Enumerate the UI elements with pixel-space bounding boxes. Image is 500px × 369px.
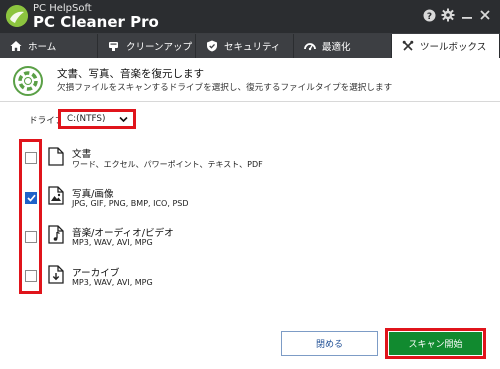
music-icon xyxy=(48,225,64,244)
tab-security-label: セキュリティ xyxy=(224,42,281,53)
help-icon[interactable]: ? xyxy=(420,6,438,24)
tab-home[interactable]: ホーム xyxy=(0,34,98,58)
lifebuoy-icon xyxy=(13,66,43,96)
file-type-exts-archives: MP3, WAV, AVI, MPG xyxy=(72,278,153,287)
tab-optimize-label: 最適化 xyxy=(322,42,351,53)
checkbox-images[interactable] xyxy=(25,192,37,204)
checkmark-icon xyxy=(26,194,36,202)
drive-select-value: C:(NTFS) xyxy=(67,114,106,124)
tab-toolbox-label: ツールボックス xyxy=(420,42,487,53)
file-type-title-documents: 文書 xyxy=(72,149,92,160)
gear-icon[interactable] xyxy=(439,6,457,24)
close-icon[interactable] xyxy=(476,6,494,24)
minimize-icon[interactable] xyxy=(458,6,476,24)
app-title: PC Cleaner Pro xyxy=(33,13,159,31)
start-scan-button[interactable]: スキャン開始 xyxy=(385,328,486,359)
archive-icon xyxy=(48,265,64,284)
home-icon xyxy=(10,40,22,52)
page-subtitle: 欠損ファイルをスキャンするドライブを選択し、復元するファイルタイプを選択します xyxy=(57,83,393,93)
broom-icon xyxy=(108,40,120,52)
file-type-exts-images: JPG, GIF, PNG, BMP, ICO, PSD xyxy=(72,199,189,208)
file-type-exts-music: MP3, WAV, AVI, MPG xyxy=(72,238,153,247)
drive-select[interactable]: C:(NTFS) xyxy=(58,109,136,129)
page-title: 文書、写真、音楽を復元します xyxy=(57,68,204,80)
checkbox-documents[interactable] xyxy=(25,152,37,164)
shield-icon xyxy=(206,40,218,52)
header-divider xyxy=(0,101,500,102)
tab-cleanup[interactable]: クリーンアップ xyxy=(98,34,196,58)
tab-home-label: ホーム xyxy=(28,42,57,53)
close-button[interactable]: 閉める xyxy=(281,331,378,356)
file-type-title-images: 写真/画像 xyxy=(72,189,114,200)
wrench-icon xyxy=(402,40,414,52)
checkbox-archives[interactable] xyxy=(25,270,37,282)
file-type-title-archives: アーカイブ xyxy=(72,268,120,279)
tab-bar: ホーム クリーンアップ セキュリティ 最適化 ツールボックス xyxy=(0,33,500,58)
chevron-down-icon xyxy=(119,116,128,126)
app-logo-icon xyxy=(6,5,28,27)
gauge-icon xyxy=(304,40,316,52)
svg-text:?: ? xyxy=(426,12,431,22)
start-scan-label: スキャン開始 xyxy=(389,332,482,355)
tab-toolbox[interactable]: ツールボックス xyxy=(392,34,500,58)
tab-optimize[interactable]: 最適化 xyxy=(294,34,392,58)
checkbox-music[interactable] xyxy=(25,231,37,243)
title-bar: PC HelpSoft PC Cleaner Pro ? xyxy=(0,0,500,33)
file-type-title-music: 音楽/オーディオ/ビデオ xyxy=(72,228,174,239)
file-type-exts-documents: ワード、エクセル、パワーポイント、テキスト、PDF xyxy=(72,160,263,169)
tab-cleanup-label: クリーンアップ xyxy=(126,42,193,53)
document-icon xyxy=(48,147,64,166)
tab-security[interactable]: セキュリティ xyxy=(196,34,294,58)
image-icon xyxy=(48,186,64,205)
